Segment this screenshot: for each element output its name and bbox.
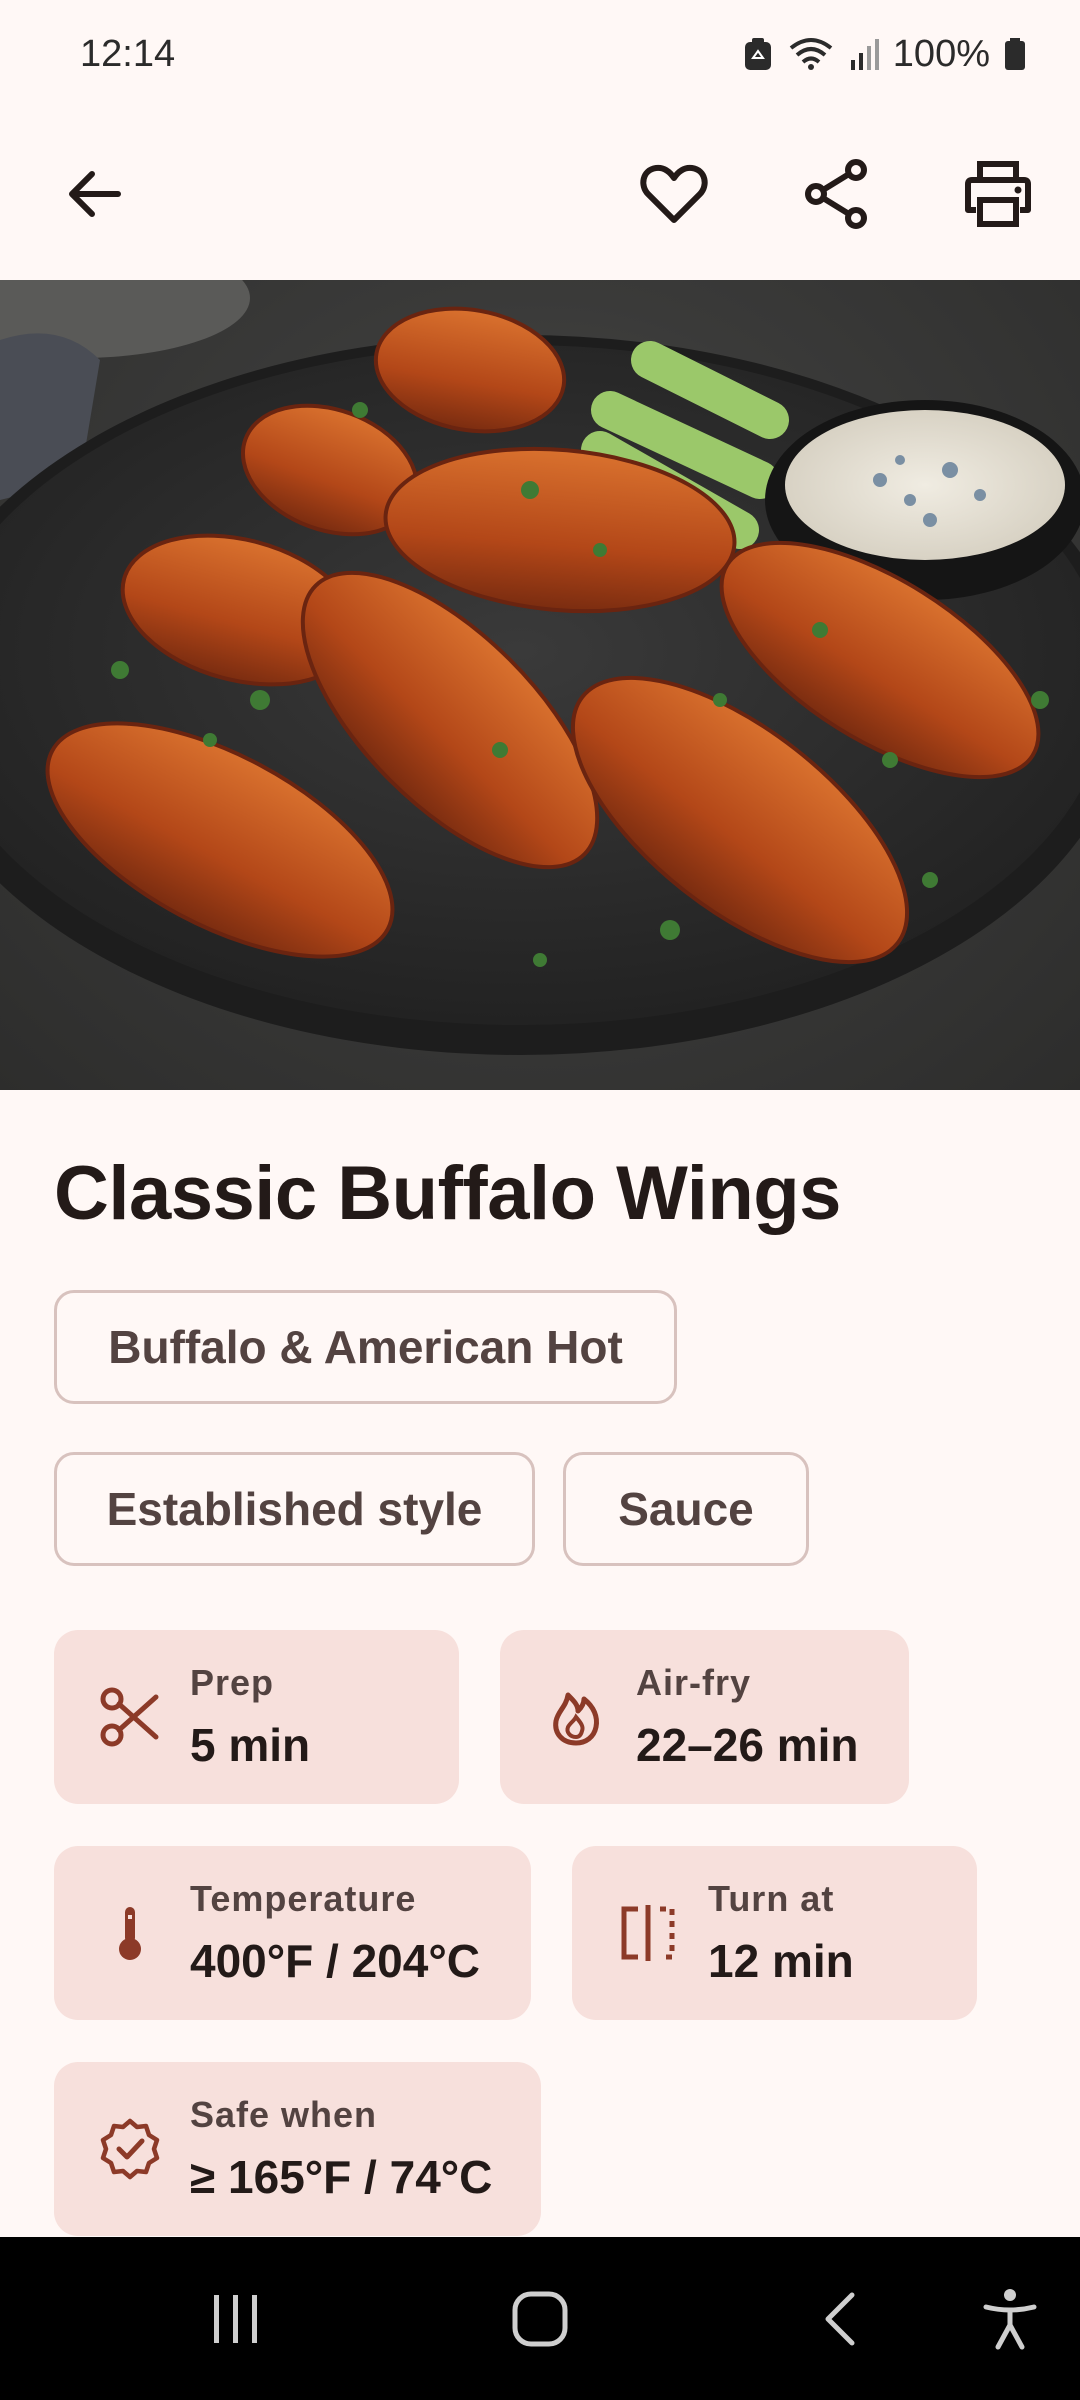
system-nav-bar — [0, 2237, 1080, 2400]
info-card-safe: Safe when ≥ 165°F / 74°C — [54, 2062, 541, 2236]
safe-label: Safe when — [190, 2094, 378, 2135]
accessibility-button[interactable] — [960, 2237, 1060, 2400]
recipe-hero-image — [0, 280, 1080, 1090]
turn-label: Turn at — [708, 1878, 835, 1919]
status-bar: 12:14 100% — [0, 0, 1080, 108]
recents-button[interactable] — [186, 2237, 286, 2400]
verified-badge-icon — [94, 2113, 166, 2185]
system-back-icon — [825, 2292, 855, 2345]
airfry-value: 22–26 min — [636, 1719, 859, 1771]
home-icon — [512, 2291, 568, 2346]
back-button[interactable] — [46, 146, 142, 242]
chip-sauce[interactable]: Sauce — [563, 1452, 809, 1566]
info-card-airfry: Air-fry 22–26 min — [500, 1630, 909, 1804]
flame-icon — [540, 1681, 612, 1753]
battery-icon — [1004, 36, 1026, 72]
safe-value: ≥ 165°F / 74°C — [190, 2151, 493, 2203]
temperature-value: 400°F / 204°C — [190, 1935, 480, 1987]
print-button[interactable] — [950, 146, 1046, 242]
system-back-button[interactable] — [800, 2237, 880, 2400]
info-card-temperature: Temperature 400°F / 204°C — [54, 1846, 531, 2020]
scissors-icon — [94, 1681, 166, 1753]
prep-label: Prep — [190, 1662, 275, 1703]
favorite-button[interactable] — [626, 146, 722, 242]
wifi-icon — [787, 36, 835, 72]
status-icons: 100% — [743, 33, 1026, 76]
battery-percent: 100% — [892, 32, 990, 75]
recents-icon — [214, 2294, 257, 2343]
info-card-turn: Turn at 12 min — [572, 1846, 977, 2020]
chip-style[interactable]: Established style — [54, 1452, 535, 1566]
heart-icon — [640, 164, 708, 223]
chip-category[interactable]: Buffalo & American Hot — [54, 1290, 677, 1404]
accessibility-icon — [983, 2288, 1037, 2349]
status-time: 12:14 — [80, 32, 176, 75]
prep-value: 5 min — [190, 1719, 311, 1771]
recipe-title: Classic Buffalo Wings — [54, 1151, 841, 1236]
airfry-label: Air-fry — [636, 1662, 752, 1703]
info-card-prep: Prep 5 min — [54, 1630, 459, 1804]
temperature-label: Temperature — [190, 1878, 417, 1919]
flip-icon — [612, 1897, 684, 1969]
recycle-notification-icon — [743, 36, 773, 72]
back-arrow-icon — [69, 171, 121, 217]
thermometer-icon — [94, 1897, 166, 1969]
share-button[interactable] — [790, 146, 886, 242]
signal-icon — [849, 36, 879, 72]
share-icon — [805, 159, 867, 229]
top-app-bar — [0, 108, 1080, 280]
turn-value: 12 min — [708, 1935, 854, 1987]
print-icon — [965, 161, 1031, 227]
home-button[interactable] — [488, 2237, 592, 2400]
